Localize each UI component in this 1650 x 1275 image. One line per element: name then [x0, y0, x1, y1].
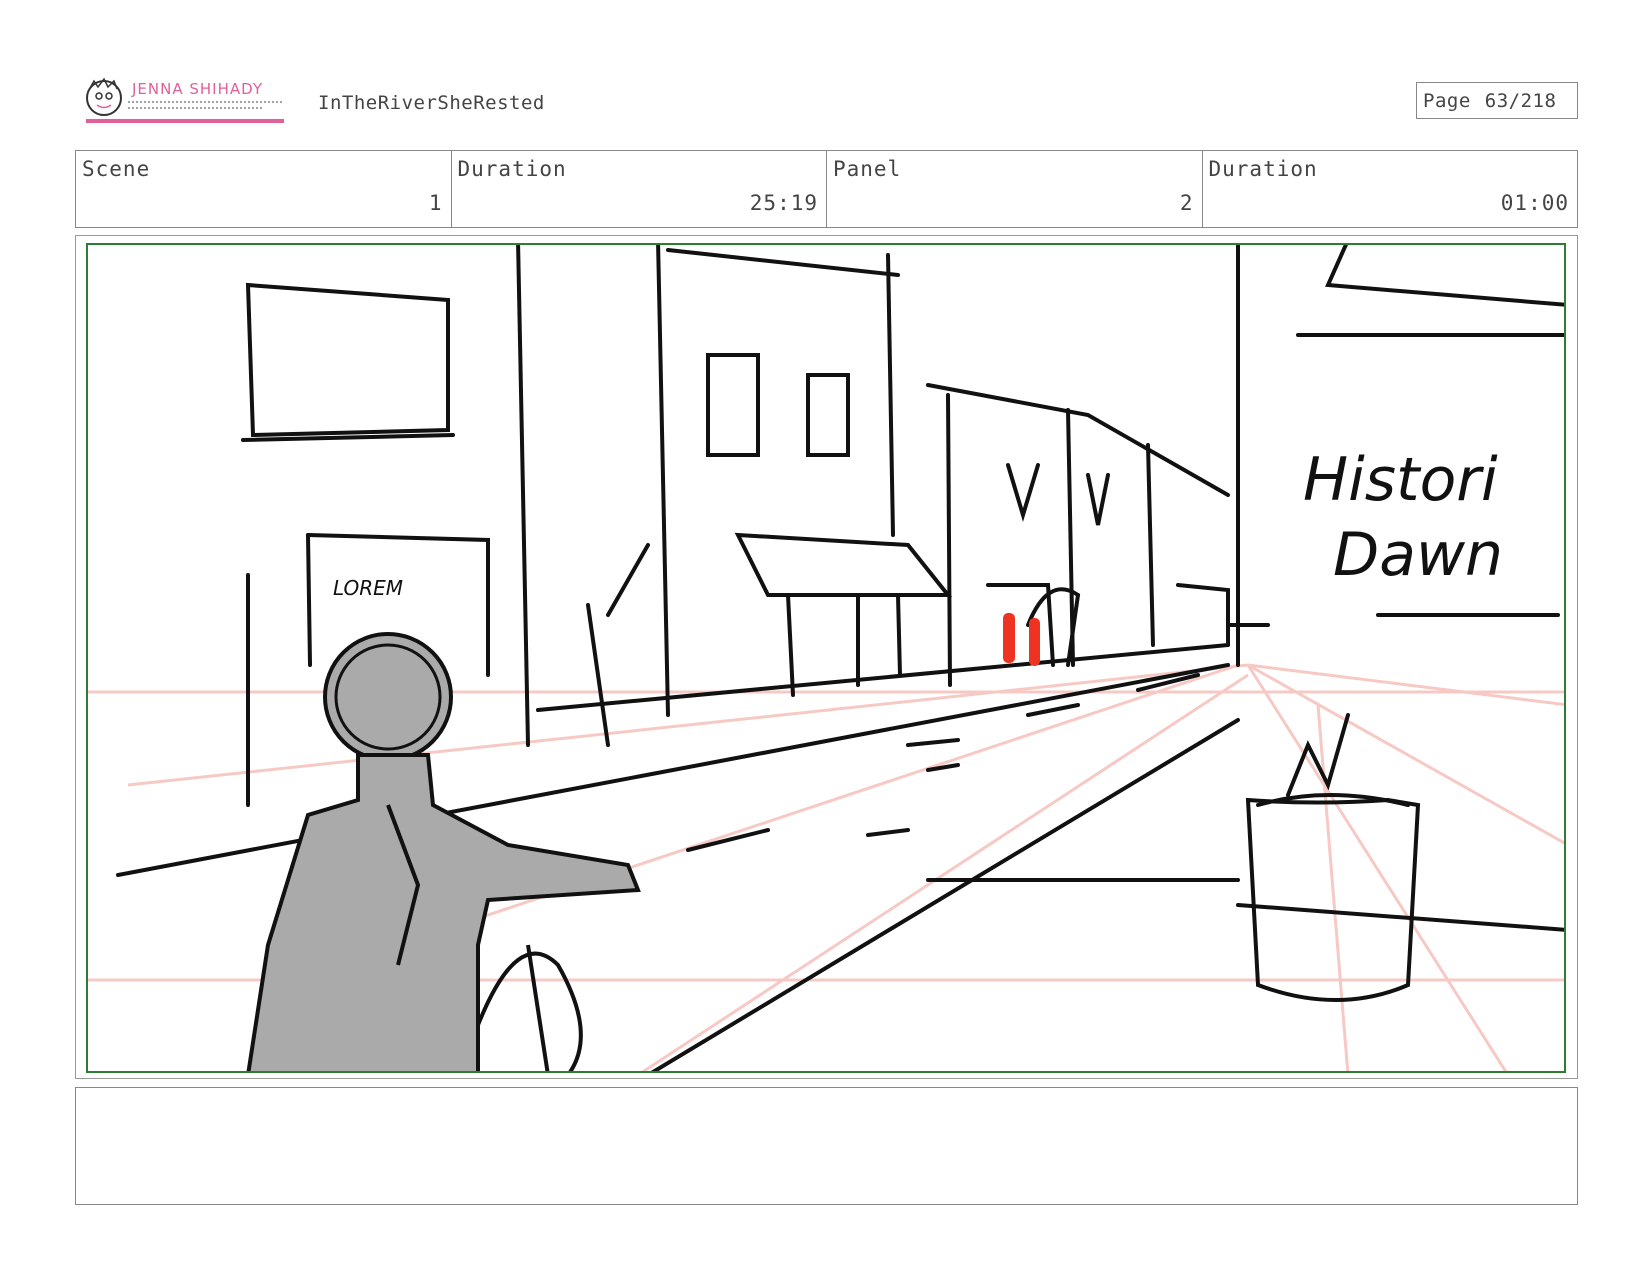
scene-duration-value: 25:19	[749, 191, 818, 215]
panel-notes	[75, 1087, 1578, 1205]
scene-duration-label: Duration	[457, 157, 567, 181]
scene-duration-cell: Duration 25:19	[452, 151, 827, 227]
scene-value: 1	[428, 191, 443, 215]
page-number: 63/218	[1484, 89, 1557, 112]
page-indicator: Page 63/218	[1416, 82, 1578, 119]
logo-text: JENNA SHIHADY	[131, 80, 263, 98]
panel-label: Panel	[833, 157, 902, 181]
page-label: Page	[1423, 89, 1471, 112]
scene-cell: Scene 1	[76, 151, 452, 227]
sign-text-line2: Dawn	[1333, 520, 1503, 590]
panel-duration-value: 01:00	[1500, 191, 1569, 215]
building-sign: Histori Dawn LOREM	[333, 445, 1503, 600]
panel-duration-cell: Duration 01:00	[1203, 151, 1578, 227]
sign-text-line1: Histori	[1303, 445, 1498, 515]
panel-duration-label: Duration	[1208, 157, 1318, 181]
studio-logo: JENNA SHIHADY	[84, 76, 294, 126]
red-figures	[1003, 613, 1040, 666]
panel-cell: Panel 2	[827, 151, 1203, 227]
scene-label: Scene	[82, 157, 151, 181]
panel-value: 2	[1179, 191, 1194, 215]
small-sign-text: LOREM	[333, 576, 403, 600]
project-title: InTheRiverSheRested	[318, 92, 545, 114]
storyboard-sketch: Histori Dawn LOREM	[88, 245, 1564, 1071]
scene-info-bar: Scene 1 Duration 25:19 Panel 2 Duration …	[75, 150, 1578, 228]
rider-figure	[246, 632, 641, 1071]
storyboard-panel: Histori Dawn LOREM	[86, 243, 1566, 1073]
